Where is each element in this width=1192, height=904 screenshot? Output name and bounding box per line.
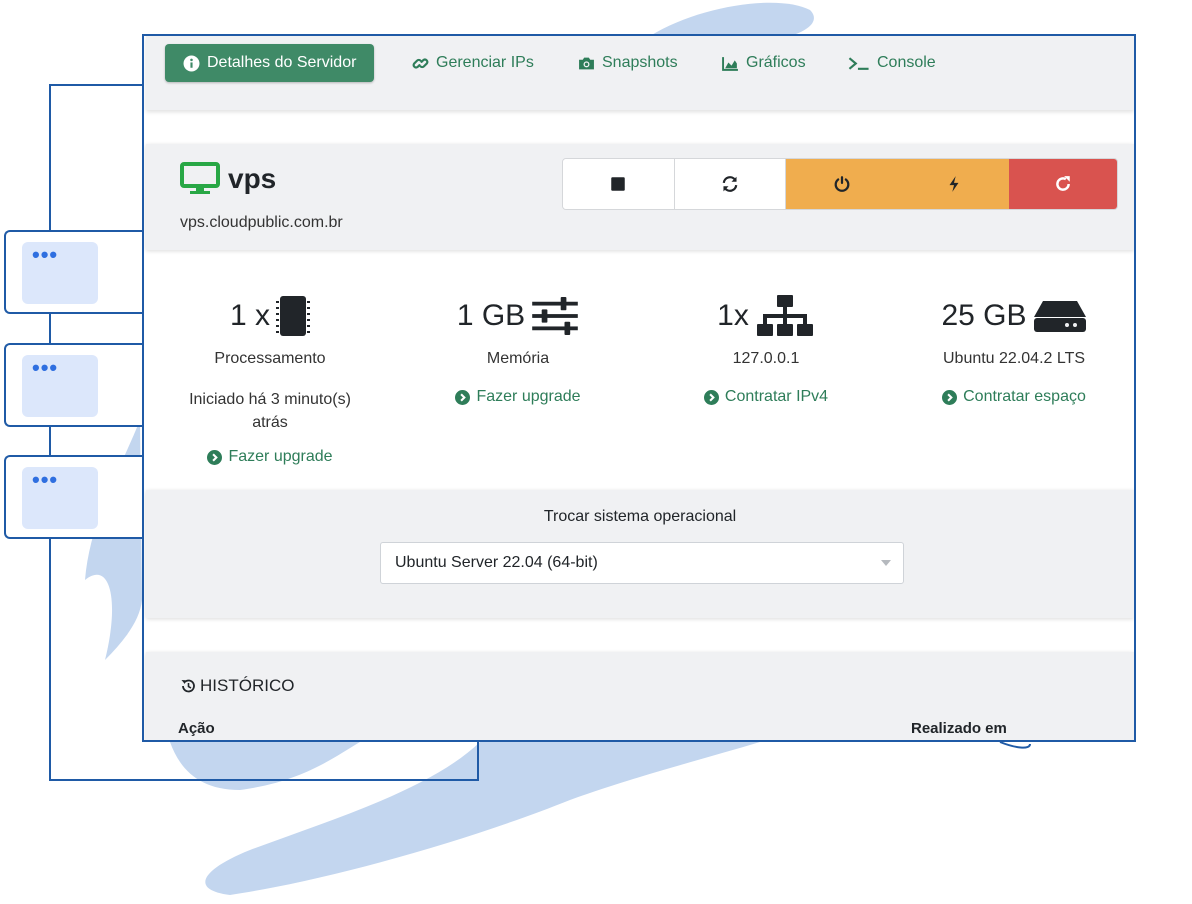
history-card: HISTÓRICO Ação Realizado em: [146, 652, 1134, 740]
tab-graficos[interactable]: Gráficos: [722, 44, 806, 82]
uptime-text: Iniciado há 3 minuto(s) atrás: [189, 391, 351, 431]
link-label: Fazer upgrade: [476, 388, 581, 405]
disk-size: 25 GB: [941, 299, 1027, 332]
stat-cpu: 1 x Processamento Iniciado há 3 minuto(s…: [150, 292, 390, 470]
chevron-circle-right-icon: [942, 389, 958, 405]
stop-button[interactable]: [563, 159, 675, 209]
terminal-icon: [848, 56, 869, 70]
cpu-upgrade-link[interactable]: Fazer upgrade: [207, 448, 333, 466]
tab-label: Detalhes do Servidor: [207, 54, 357, 71]
force-power-button[interactable]: [897, 159, 1010, 209]
redo-icon: [1056, 176, 1071, 191]
server-header: vps vps.cloudpublic.com.br: [146, 144, 1134, 250]
sitemap-icon: [756, 295, 813, 336]
link-icon: [412, 58, 429, 68]
history-icon: [181, 679, 195, 693]
power-icon: [834, 176, 850, 192]
column-header-date: Realizado em: [911, 720, 1007, 737]
ellipsis-icon: •••: [32, 242, 59, 267]
hdd-icon: [1033, 301, 1086, 332]
side-card[interactable]: •••: [4, 230, 146, 314]
area-chart-icon: [722, 56, 738, 71]
server-panel: Detalhes do Servidor Gerenciar IPs Snaps…: [142, 34, 1136, 742]
chevron-circle-right-icon: [703, 389, 719, 405]
camera-icon: [579, 57, 594, 69]
tab-label: Gráficos: [746, 54, 806, 71]
stat-memory: 1 GB Memória Fazer upgrade: [398, 292, 638, 410]
cpu-count: 1 x: [229, 299, 271, 332]
info-circle-icon: [183, 55, 200, 71]
tab-label: Snapshots: [602, 54, 678, 71]
link-label: Fazer upgrade: [228, 448, 333, 465]
sync-icon: [722, 176, 738, 192]
server-stats: 1 x Processamento Iniciado há 3 minuto(s…: [146, 268, 1134, 488]
server-hostname: vps.cloudpublic.com.br: [180, 214, 343, 231]
tab-detalhes-servidor[interactable]: Detalhes do Servidor: [165, 44, 375, 82]
contract-ipv4-link[interactable]: Contratar IPv4: [703, 388, 829, 406]
link-label: Contratar espaço: [963, 388, 1086, 405]
power-button[interactable]: [786, 159, 898, 209]
memory-upgrade-link[interactable]: Fazer upgrade: [455, 388, 581, 406]
microchip-icon: [276, 296, 311, 336]
server-title: vps: [180, 162, 276, 196]
os-select[interactable]: Ubuntu Server 22.04 (64-bit): [380, 542, 904, 584]
os-selected-value: Ubuntu Server 22.04 (64-bit): [395, 554, 598, 571]
side-card-preview: •••: [22, 467, 98, 529]
tab-label: Gerenciar IPs: [436, 54, 534, 71]
bolt-icon: [949, 176, 959, 192]
memory-value: 1 GB: [456, 299, 526, 332]
stat-disk: 25 GB Ubuntu 22.04.2 LTS Contratar espaç…: [894, 292, 1134, 410]
caret-down-icon: [881, 560, 891, 566]
history-title-text: HISTÓRICO: [200, 676, 295, 695]
side-card[interactable]: •••: [4, 343, 146, 427]
server-name: vps: [228, 163, 277, 194]
tab-snapshots[interactable]: Snapshots: [578, 44, 678, 82]
memory-label: Memória: [486, 350, 550, 367]
stat-value: 1x: [646, 292, 886, 340]
stat-value: 1 x: [150, 292, 390, 340]
tab-label: Console: [877, 54, 936, 71]
ip-count: 1x: [717, 299, 749, 332]
link-label: Contratar IPv4: [724, 388, 829, 405]
cpu-label: Processamento: [214, 350, 326, 367]
side-card-preview: •••: [22, 355, 98, 417]
ellipsis-icon: •••: [32, 355, 59, 380]
tab-console[interactable]: Console: [848, 44, 936, 82]
stop-icon: [611, 177, 626, 191]
chevron-circle-right-icon: [207, 449, 223, 465]
chevron-circle-right-icon: [455, 389, 471, 405]
reinstall-button[interactable]: [1009, 159, 1117, 209]
side-card[interactable]: •••: [4, 455, 146, 539]
os-switch-title: Trocar sistema operacional: [543, 508, 737, 525]
power-controls: [562, 158, 1118, 210]
history-title: HISTÓRICO: [180, 676, 294, 696]
stat-value: 25 GB: [894, 292, 1134, 340]
sliders-icon: [532, 297, 578, 335]
ellipsis-icon: •••: [32, 467, 59, 492]
stat-network: 1x 127.0.0.1 Contratar IPv4: [646, 292, 886, 410]
monitor-icon: [180, 162, 220, 194]
tab-bar: Detalhes do Servidor Gerenciar IPs Snaps…: [146, 36, 1134, 110]
os-switch-card: Trocar sistema operacional Ubuntu Server…: [146, 490, 1134, 618]
os-version: Ubuntu 22.04.2 LTS: [942, 350, 1086, 367]
stat-value: 1 GB: [398, 292, 638, 340]
column-header-action: Ação: [178, 720, 215, 737]
tab-gerenciar-ips[interactable]: Gerenciar IPs: [412, 44, 534, 82]
side-card-preview: •••: [22, 242, 98, 304]
ip-address: 127.0.0.1: [732, 350, 800, 367]
contract-space-link[interactable]: Contratar espaço: [942, 388, 1086, 406]
restart-button[interactable]: [674, 159, 787, 209]
